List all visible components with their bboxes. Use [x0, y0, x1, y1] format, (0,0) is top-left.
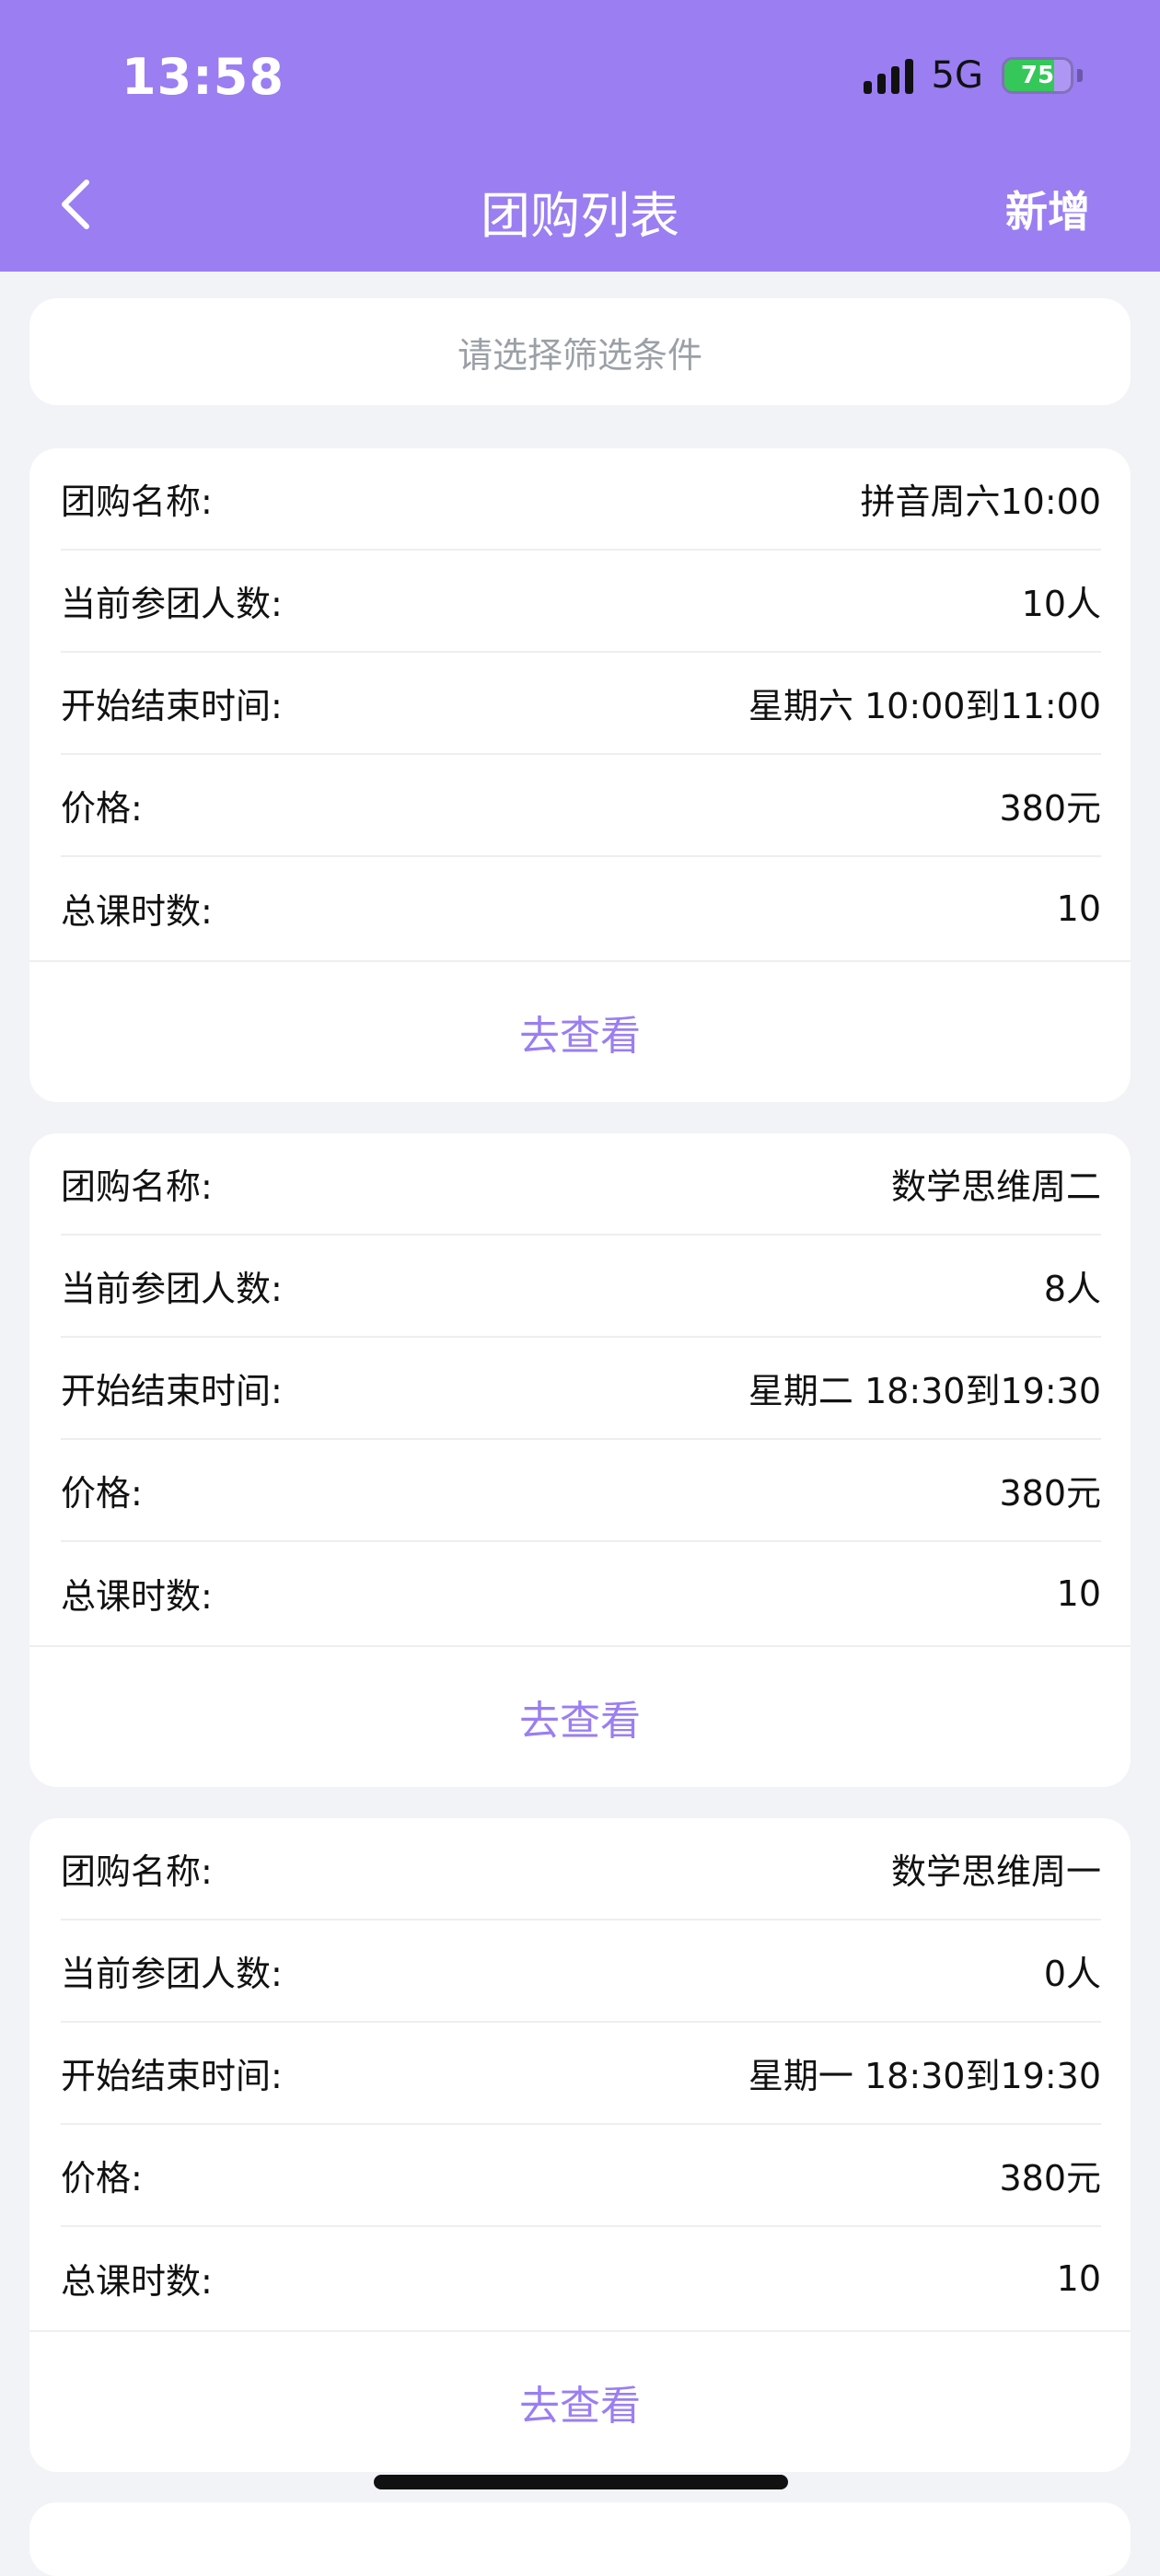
label-group-name: 团购名称:	[61, 482, 213, 522]
group-card-partial	[29, 2502, 1131, 2576]
battery-cap	[1077, 69, 1083, 82]
label-time: 开始结束时间:	[61, 686, 283, 726]
status-time: 13:58	[122, 48, 284, 106]
label-group-name: 团购名称:	[61, 1851, 213, 1892]
row-group-name: 团购名称: 拼音周六10:00	[61, 448, 1101, 551]
group-card: 团购名称: 数学思维周一 当前参团人数: 0人 开始结束时间: 星期一 18:3…	[29, 1818, 1131, 2472]
row-members: 当前参团人数: 0人	[61, 1920, 1101, 2023]
value-group-name: 数学思维周二	[890, 1166, 1101, 1207]
value-time: 星期二 18:30到19:30	[748, 1371, 1101, 1411]
view-button[interactable]: 去查看	[29, 2332, 1131, 2472]
row-lessons: 总课时数: 10	[61, 857, 1101, 959]
view-button[interactable]: 去查看	[29, 962, 1131, 1102]
signal-icon	[863, 57, 913, 94]
value-group-name: 数学思维周一	[890, 1851, 1101, 1892]
network-label: 5G	[931, 54, 983, 97]
row-lessons: 总课时数: 10	[61, 2227, 1101, 2329]
value-members: 10人	[1021, 584, 1101, 624]
row-time: 开始结束时间: 星期六 10:00到11:00	[61, 653, 1101, 755]
value-price: 380元	[999, 2158, 1101, 2199]
label-members: 当前参团人数:	[61, 1954, 283, 1994]
label-time: 开始结束时间:	[61, 1371, 283, 1411]
home-indicator[interactable]	[374, 2475, 788, 2489]
label-lessons: 总课时数:	[61, 2261, 213, 2302]
value-time: 星期六 10:00到11:00	[748, 686, 1101, 726]
value-price: 380元	[999, 1473, 1101, 1514]
row-time: 开始结束时间: 星期二 18:30到19:30	[61, 1338, 1101, 1440]
battery-level: 75	[1020, 62, 1055, 89]
row-group-name: 团购名称: 数学思维周二	[61, 1133, 1101, 1236]
label-members: 当前参团人数:	[61, 584, 283, 624]
label-time: 开始结束时间:	[61, 2056, 283, 2096]
row-time: 开始结束时间: 星期一 18:30到19:30	[61, 2023, 1101, 2125]
label-group-name: 团购名称:	[61, 1166, 213, 1207]
value-time: 星期一 18:30到19:30	[748, 2056, 1101, 2096]
filter-select[interactable]: 请选择筛选条件	[29, 298, 1131, 405]
header: 13:58 5G 75 团购列表 新增	[0, 0, 1160, 272]
value-lessons: 10	[1056, 2257, 1101, 2299]
group-card: 团购名称: 拼音周六10:00 当前参团人数: 10人 开始结束时间: 星期六 …	[29, 448, 1131, 1102]
label-members: 当前参团人数:	[61, 1269, 283, 1309]
row-price: 价格: 380元	[61, 1440, 1101, 1542]
label-price: 价格:	[61, 1473, 143, 1514]
battery-icon: 75	[1002, 57, 1073, 94]
value-lessons: 10	[1056, 1572, 1101, 1614]
row-lessons: 总课时数: 10	[61, 1542, 1101, 1644]
group-card: 团购名称: 数学思维周二 当前参团人数: 8人 开始结束时间: 星期二 18:3…	[29, 1133, 1131, 1787]
row-price: 价格: 380元	[61, 755, 1101, 857]
value-group-name: 拼音周六10:00	[860, 482, 1101, 522]
value-members: 0人	[1043, 1954, 1101, 1994]
label-price: 价格:	[61, 788, 143, 829]
status-indicators: 5G 75	[863, 54, 1083, 97]
label-lessons: 总课时数:	[61, 1576, 213, 1617]
value-price: 380元	[999, 788, 1101, 829]
page-title: 团购列表	[481, 187, 679, 245]
value-lessons: 10	[1056, 888, 1101, 929]
row-members: 当前参团人数: 10人	[61, 551, 1101, 653]
add-button[interactable]: 新增	[1005, 179, 1090, 239]
value-members: 8人	[1043, 1269, 1101, 1309]
view-button[interactable]: 去查看	[29, 1647, 1131, 1787]
label-price: 价格:	[61, 2158, 143, 2199]
row-price: 价格: 380元	[61, 2125, 1101, 2227]
row-group-name: 团购名称: 数学思维周一	[61, 1818, 1101, 1920]
label-lessons: 总课时数:	[61, 891, 213, 932]
row-members: 当前参团人数: 8人	[61, 1236, 1101, 1338]
